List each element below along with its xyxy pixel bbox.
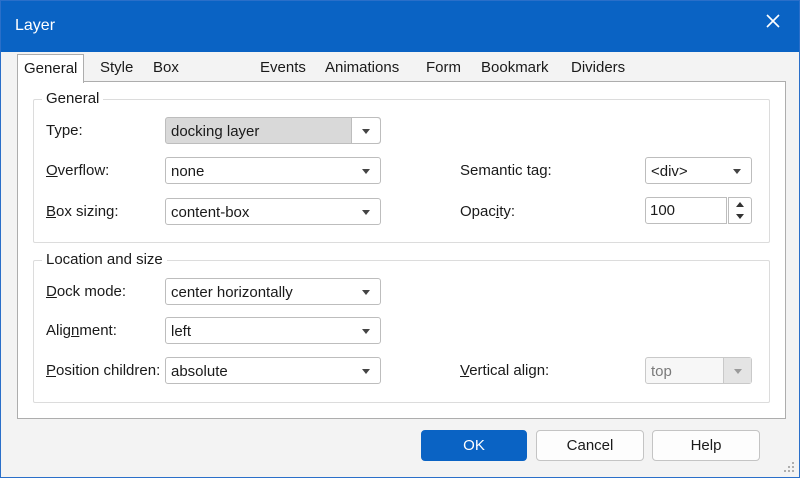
chevron-down-icon	[362, 169, 370, 174]
alignment-select[interactable]: left	[165, 317, 381, 344]
opacity-label-a: Opac	[460, 203, 496, 220]
box-sizing-mnemonic: B	[46, 203, 57, 220]
window-title: Layer	[15, 17, 56, 34]
chevron-down-icon	[362, 329, 370, 334]
opacity-input[interactable]: 100	[645, 197, 727, 224]
tab-box-shadow[interactable]: Box Shadow	[147, 54, 213, 103]
vertical-align-label-text: ertical align:	[469, 362, 550, 379]
ok-button[interactable]: OK	[421, 430, 527, 461]
box-sizing-label-text: ox sizing:	[56, 203, 119, 220]
help-button[interactable]: Help	[652, 430, 760, 461]
alignment-select-value: left	[171, 323, 192, 340]
chevron-down-icon	[362, 369, 370, 374]
position-children-select-value: absolute	[171, 363, 228, 380]
semantic-tag-label: Semantic tag:	[460, 162, 552, 179]
position-children-mnemonic: P	[46, 362, 57, 379]
semantic-tag-select-value: <div>	[651, 163, 688, 180]
opacity-input-value: 100	[650, 202, 676, 219]
overflow-select-value: none	[171, 163, 205, 180]
type-dropdown-button[interactable]	[351, 118, 380, 143]
chevron-down-icon	[362, 290, 370, 295]
box-sizing-select-value: content-box	[171, 204, 250, 221]
tab-events[interactable]: Events	[254, 54, 312, 81]
type-select[interactable]: docking layer	[165, 117, 381, 144]
alignment-label: Alignment:	[46, 322, 117, 339]
dock-mode-select-value: center horizontally	[171, 284, 293, 301]
overflow-select[interactable]: none	[165, 157, 381, 184]
alignment-label-a: Alig	[46, 322, 72, 339]
vertical-align-select: top	[645, 357, 752, 384]
dock-mode-label: Dock mode:	[46, 283, 126, 300]
tab-general[interactable]: General	[17, 54, 85, 83]
opacity-label-b: ty:	[499, 203, 516, 220]
general-group-title: General	[42, 90, 104, 107]
tab-dividers[interactable]: Dividers	[565, 54, 631, 81]
opacity-spin-buttons[interactable]	[728, 197, 752, 224]
spin-down-icon[interactable]	[736, 214, 744, 219]
vertical-align-select-value: top	[651, 363, 672, 380]
position-children-label-text: osition children:	[56, 362, 161, 379]
opacity-label: Opacity:	[460, 203, 515, 220]
layer-dialog: Layer General Style Box Shadow Events An…	[0, 0, 800, 478]
tab-form[interactable]: Form	[420, 54, 467, 81]
vertical-align-mnemonic: V	[460, 362, 470, 379]
box-sizing-label: Box sizing:	[46, 203, 119, 220]
chevron-down-icon	[733, 169, 741, 174]
type-select-value: docking layer	[171, 123, 260, 140]
position-children-select[interactable]: absolute	[165, 357, 381, 384]
chevron-down-icon	[362, 129, 370, 134]
chevron-down-icon	[734, 369, 742, 374]
dock-mode-label-text: ock mode:	[56, 283, 127, 300]
semantic-tag-select[interactable]: <div>	[645, 157, 752, 184]
box-sizing-select[interactable]: content-box	[165, 198, 381, 225]
close-button[interactable]	[747, 1, 799, 41]
chevron-down-icon	[362, 210, 370, 215]
vertical-align-label: Vertical align:	[460, 362, 549, 379]
overflow-mnemonic: O	[46, 162, 58, 179]
position-children-label: Position children:	[46, 362, 160, 379]
tab-style[interactable]: Style	[94, 54, 139, 81]
overflow-label: Overflow:	[46, 162, 109, 179]
tab-bookmark[interactable]: Bookmark	[475, 54, 555, 81]
tab-animations[interactable]: Animations	[319, 54, 405, 81]
cancel-button[interactable]: Cancel	[536, 430, 644, 461]
dock-mode-select[interactable]: center horizontally	[165, 278, 381, 305]
spin-up-icon[interactable]	[736, 202, 744, 207]
opacity-spinner: 100	[645, 197, 752, 224]
dock-mode-mnemonic: D	[46, 283, 57, 300]
close-icon	[766, 14, 780, 28]
type-label: Type:	[46, 122, 83, 139]
alignment-label-b: ment:	[79, 322, 117, 339]
overflow-label-text: verflow:	[57, 162, 110, 179]
location-group-title: Location and size	[42, 251, 167, 268]
title-bar: Layer	[1, 1, 799, 52]
resize-grip-icon[interactable]	[783, 461, 795, 473]
vertical-align-dropdown-button	[723, 358, 751, 383]
